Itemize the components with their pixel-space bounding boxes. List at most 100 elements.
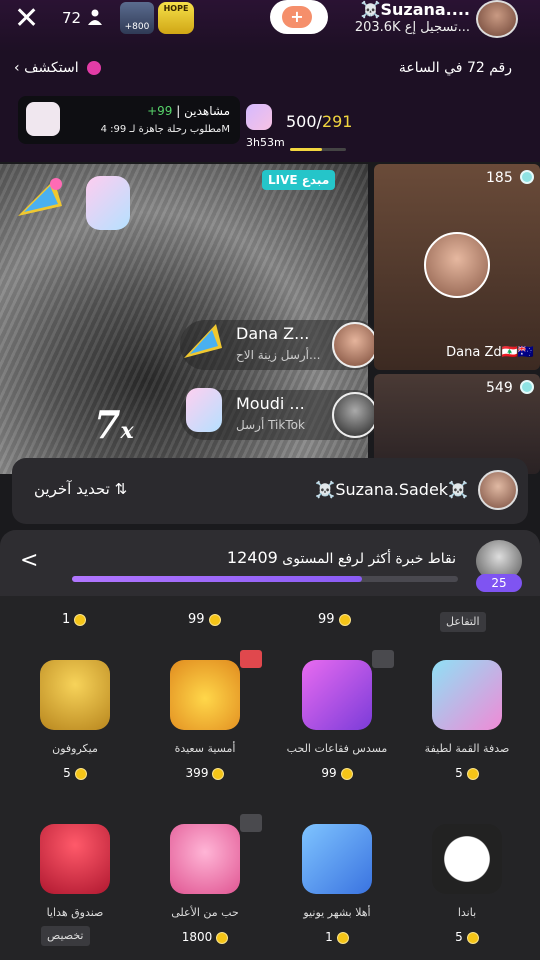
goal-timer: 3h53m bbox=[246, 136, 285, 149]
love-cloud-icon bbox=[170, 824, 240, 894]
live-tag: LIVE مبدع bbox=[262, 170, 336, 190]
gift-price-value: 5 bbox=[455, 930, 463, 944]
gift-hello-june[interactable]: أهلا بشهر يونيو 1 bbox=[272, 814, 402, 960]
live-sub: مبدع bbox=[301, 173, 330, 187]
coin-icon bbox=[74, 613, 87, 626]
gift-price: 5 bbox=[402, 930, 532, 944]
goal-line1-count: +99 bbox=[147, 104, 173, 118]
combo-counter: 7x bbox=[94, 402, 134, 447]
level-progress-fill bbox=[72, 576, 362, 582]
gift-notification: Dana Z... أرسل زينة الاح... bbox=[180, 320, 380, 370]
gift-price-value: 5 bbox=[63, 766, 71, 780]
tiktok-gift-icon bbox=[246, 104, 272, 130]
gift-price: 99 bbox=[318, 612, 351, 627]
plus-icon: + bbox=[282, 6, 312, 28]
gift-shell[interactable]: صدفة القمة لطيفة 5 bbox=[402, 650, 532, 800]
host-share-bar: ☠️Suzana.Sadek☠️ تحديد آخرين ⇅ bbox=[12, 458, 528, 524]
coin-icon bbox=[340, 767, 353, 780]
hope-badge[interactable]: HOPE bbox=[158, 2, 194, 34]
bubble-gun-icon bbox=[302, 660, 372, 730]
notif-gift-text: أرسل زينة الاح... bbox=[236, 348, 321, 362]
tiktok-gift-icon bbox=[186, 388, 222, 432]
guest-score: 549 bbox=[486, 380, 513, 396]
host-name[interactable]: ☠️Suzana.... bbox=[345, 0, 470, 19]
goal-card[interactable]: +99 | مشاهدين مطلوب رحلة جاهزة لـ 99: 4M bbox=[18, 96, 240, 144]
good-evening-icon bbox=[170, 660, 240, 730]
sender-avatar[interactable] bbox=[332, 322, 378, 368]
hourly-rank[interactable]: رقم 72 في الساعة bbox=[399, 60, 512, 76]
party-hat-gift-icon bbox=[184, 324, 222, 358]
chevron-left-icon[interactable]: < bbox=[20, 548, 38, 573]
gift-price-value: 399 bbox=[185, 766, 209, 780]
combo-x: x bbox=[120, 418, 134, 444]
explore-button[interactable]: ‹ استكشف bbox=[14, 60, 101, 76]
gift-box-icon bbox=[26, 102, 60, 136]
level-row[interactable]: < 12409 نقاط خبرة أكثر لرفع المستوى 25 bbox=[0, 530, 540, 596]
gift-price-value: 99 bbox=[188, 612, 205, 627]
interaction-tag: التفاعل bbox=[440, 612, 486, 632]
guest-score: 185 bbox=[486, 170, 513, 186]
guest-avatar[interactable] bbox=[424, 232, 490, 298]
gallery-flag-icon bbox=[240, 814, 262, 832]
gift-price: 99 bbox=[188, 612, 221, 627]
gift-panda[interactable]: باندا 5 bbox=[402, 814, 532, 960]
gift-good-evening[interactable]: أمسية سعيدة 399 bbox=[140, 650, 270, 800]
notif-gift-text: أرسل TikTok bbox=[236, 418, 305, 432]
level-text: 12409 نقاط خبرة أكثر لرفع المستوى bbox=[227, 548, 456, 567]
goal-progress-fill bbox=[290, 148, 323, 151]
shell-icon bbox=[432, 660, 502, 730]
follow-button[interactable]: + bbox=[270, 0, 328, 34]
goal-line1: +99 | مشاهدين bbox=[147, 104, 230, 118]
gift-microphone[interactable]: ميكروفون 5 bbox=[10, 650, 140, 800]
goal-progress-bar bbox=[290, 148, 346, 151]
coin-icon bbox=[336, 931, 349, 944]
guest-tile[interactable]: 185 Dana Zd🇱🇧🇦🇺 bbox=[374, 164, 540, 370]
gift-price-value: 1 bbox=[325, 930, 333, 944]
gift-name: أهلا بشهر يونيو bbox=[303, 906, 371, 919]
gallery-flag-icon bbox=[372, 650, 394, 668]
explore-label: استكشف bbox=[24, 60, 79, 76]
level-points: 12409 bbox=[226, 548, 278, 567]
sender-avatar[interactable] bbox=[332, 392, 378, 438]
host-avatar[interactable] bbox=[478, 470, 518, 510]
gift-price: 1 bbox=[272, 930, 402, 944]
goal-progress: 500/291 bbox=[286, 112, 352, 131]
score-coin-icon bbox=[520, 380, 534, 394]
gift-name: حب من الأعلى bbox=[171, 906, 239, 919]
select-others-button[interactable]: تحديد آخرين ⇅ bbox=[34, 480, 127, 498]
gift-price: 1800 bbox=[140, 930, 270, 944]
gift-price-value: 99 bbox=[321, 766, 337, 780]
gift-box-icon bbox=[40, 824, 110, 894]
tiktok-gift-icon bbox=[86, 176, 130, 230]
rank-badge[interactable]: +800 bbox=[120, 2, 154, 34]
gift-love-from-above[interactable]: حب من الأعلى 1800 bbox=[140, 814, 270, 960]
host-avatar[interactable] bbox=[476, 0, 518, 38]
level-badge: 25 bbox=[476, 574, 522, 592]
gift-price: 99 bbox=[272, 766, 402, 780]
gift-name: ميكروفون bbox=[52, 742, 98, 755]
customize-tag[interactable]: تخصيص bbox=[41, 926, 90, 946]
share-host-name[interactable]: ☠️Suzana.Sadek☠️ bbox=[315, 480, 468, 499]
goal-line2: مطلوب رحلة جاهزة لـ 99: 4M bbox=[100, 124, 230, 135]
gift-price: 399 bbox=[140, 766, 270, 780]
gift-love-bubble-gun[interactable]: مسدس فقاعات الحب 99 bbox=[272, 650, 402, 800]
gift-price-value: 1 bbox=[62, 612, 71, 627]
notif-sender-name: Dana Z... bbox=[236, 324, 310, 343]
level-label: نقاط خبرة أكثر لرفع المستوى bbox=[282, 551, 456, 567]
top-bar: ✕ 72 +800 HOPE + ☠️Suzana.... 203.6K تسج… bbox=[0, 0, 540, 52]
coin-icon bbox=[338, 613, 351, 626]
level-progress-bar bbox=[72, 576, 458, 582]
gift-price-value: 5 bbox=[455, 766, 463, 780]
timer-flag-icon bbox=[240, 650, 262, 668]
viewer-count[interactable]: 72 bbox=[62, 9, 81, 27]
gift-price: 5 bbox=[402, 766, 532, 780]
coin-icon bbox=[74, 767, 87, 780]
explore-dot-icon bbox=[86, 61, 101, 75]
gift-notification: Moudi ... أرسل TikTok bbox=[180, 388, 380, 440]
microphone-icon bbox=[40, 660, 110, 730]
goal-progress-total: 500/ bbox=[286, 112, 322, 131]
gift-price: 5 bbox=[10, 766, 140, 780]
close-icon[interactable]: ✕ bbox=[14, 4, 39, 34]
gift-name: مسدس فقاعات الحب bbox=[286, 742, 388, 755]
coin-icon bbox=[466, 931, 479, 944]
